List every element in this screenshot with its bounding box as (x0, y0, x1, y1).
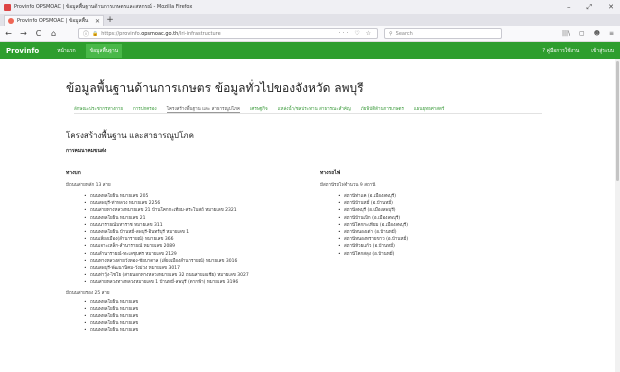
info-icon[interactable]: ⓘ (83, 29, 89, 38)
list-item: ถนนพหลโยธิน หมายเลข (84, 327, 306, 334)
new-tab-button[interactable]: + (104, 15, 116, 26)
list-item: ถนนพหลโยธิน หมายเลข (84, 299, 306, 306)
site-favicon-icon (8, 18, 14, 24)
list-item: ถนนทางหลวงสายวังทอง-ชัยบาดาล (เลี่ยงเมือ… (84, 258, 306, 265)
list-item: สถานีท่าแค (อ.เมืองลพบุรี) (338, 193, 540, 200)
column-title: ทางรถไฟ (320, 170, 341, 176)
column-subtitle: มีถนนสายหลัก 13 สาย (66, 183, 111, 188)
page-scrollbar[interactable] (615, 59, 620, 372)
search-input[interactable]: ⚲ Search (384, 28, 502, 39)
list-item: ถนนสายทางหลวงหมายเลข 21 บ้านโคกกะเทียม-ส… (84, 207, 306, 214)
list-item: ถนนสายหลวงทางหลวงหมายเลข 1 บ้านหมี่-ลพบุ… (84, 279, 306, 286)
nav-basic-info[interactable]: ข้อมูลพื้นฐาน (85, 43, 123, 58)
subnav-item[interactable]: ภัยพิบัติด้านการเกษตร (361, 105, 404, 113)
list-item: ถนนพหลโยธิน หมายเลข (84, 320, 306, 327)
window-controls: – ⤢ ✕ (567, 3, 614, 11)
account-icon[interactable]: ☻ (594, 30, 600, 37)
list-item: ถนนท่าวุ้ง-ไชโย (สายนอกทางหลวงหมายเลข 32… (84, 272, 306, 279)
land-transport-column: ทางบก มีถนนสายหลัก 13 สาย ถนนพหลโยธิน หม… (66, 169, 306, 335)
user-guide-link[interactable]: ? คู่มือการใช้งาน (542, 47, 579, 55)
reload-button[interactable]: C (34, 29, 43, 39)
tab-provinfo[interactable]: Provinfo OPSMOAC | ข้อมูลพื้น ✕ (4, 15, 104, 26)
list-item: ถนนลพบุรี-ท่าหลวง หมายเลข 2256 (84, 200, 306, 207)
list-item: ถนนลพบุรี-พัฒนานิคม-วังม่วง หมายเลข 3017 (84, 265, 306, 272)
list-item: ถนนเจาะเหล็ก-ลำนารายณ์ หมายเลข 2089 (84, 243, 306, 250)
firefox-icon (4, 3, 11, 11)
divider (74, 113, 542, 114)
nav-home[interactable]: หน้าแรก (53, 44, 79, 58)
search-icon: ⚲ (389, 30, 393, 37)
section-subheading: การคมนาคมขนส่ง (66, 148, 107, 154)
login-link[interactable]: เข้าสู่ระบบ (591, 47, 614, 55)
list-item: ถนนพหลโยธิน หมายเลข (84, 306, 306, 313)
subnav-item[interactable]: เศรษฐกิจ (250, 105, 268, 113)
rail-stations-list: สถานีท่าแค (อ.เมืองลพบุรี) สถานีบ้านหมี่… (320, 193, 540, 258)
window-titlebar: Provinfo OPSMOAC | ข้อมูลพื้นฐานด้านการเ… (0, 0, 620, 14)
main-roads-list: ถนนพหลโยธิน หมายเลข 205 ถนนลพบุรี-ท่าหลว… (66, 193, 306, 287)
scrollbar-thumb[interactable] (616, 61, 619, 181)
secondary-roads-list: ถนนพหลโยธิน หมายเลข ถนนพหลโยธิน หมายเลข … (66, 299, 306, 335)
forward-button[interactable]: → (19, 29, 28, 39)
maximize-button[interactable]: ⤢ (587, 3, 593, 11)
tab-close-icon[interactable]: ✕ (95, 18, 100, 25)
subnav-item[interactable]: แผนยุทธศาสตร์ (414, 105, 444, 113)
page-title: ข้อมูลพื้นฐานด้านการเกษตร ข้อมูลทั่วไปขอ… (66, 81, 364, 95)
tab-label: Provinfo OPSMOAC | ข้อมูลพื้น (17, 18, 89, 24)
list-item: ถนนพหลโยธิน หมายเลข 21 (84, 215, 306, 222)
menu-icon[interactable]: ≡ (609, 30, 614, 37)
library-icon[interactable]: |||\ (562, 30, 570, 37)
column-subtitle-secondary: มีถนนสายรอง 25 สาย (66, 290, 110, 296)
column-title: ทางบก (66, 170, 81, 176)
section-heading: โครงสร้างพื้นฐาน และสาธารณูปโภค (66, 131, 194, 140)
subnav-item[interactable]: ลักษณะประชากรทางกาย (74, 105, 123, 113)
list-item: สถานีบ้านเบิก (อ.เมืองลพบุรี) (338, 215, 540, 222)
list-item: ถนนนารายณ์มหาราช หมายเลข 311 (84, 222, 306, 229)
list-item: ถนนพหลโยธิน บ้านหมี่-ลพบุรี-อินทร์บุรี ห… (84, 229, 306, 236)
site-header: Provinfo หน้าแรก ข้อมูลพื้นฐาน ? คู่มือก… (0, 42, 620, 59)
list-item: สถานีบ้านหมี่ (อ.บ้านหมี่) (338, 200, 540, 207)
subnav-item-active[interactable]: โครงสร้างพื้นฐาน และ สาธารณูปโภค (166, 105, 241, 113)
list-item: สถานีห้วยแก้ว (อ.บ้านหมี่) (338, 243, 540, 250)
column-subtitle: มีสถานีรถไฟจำนวน 9 สถานี (320, 183, 376, 188)
list-item: สถานีโคกสลุง (อ.บ้านหมี่) (338, 251, 540, 258)
url-text[interactable]: https://provinfo.opsmoac.go.th/lri-infra… (101, 31, 335, 37)
subnav-item[interactable]: การปกครอง (133, 105, 157, 113)
sub-navigation: ลักษณะประชากรทางกาย การปกครอง โครงสร้างพ… (74, 105, 444, 113)
list-item: ถนนลำนารายณ์-ทะเลชุบศร หมายเลข 2129 (84, 251, 306, 258)
toolbar-icons: |||\ ▢ ☻ ≡ (562, 30, 616, 37)
navigation-toolbar: ← → C ⌂ ⓘ 🔒 https://provinfo.opsmoac.go.… (0, 26, 620, 42)
back-button[interactable]: ← (4, 29, 13, 39)
subnav-item[interactable]: แหล่งน้ำ/ชลประทาน สาธารณะสำคัญ (278, 105, 351, 113)
main-content: ข้อมูลพื้นฐานด้านการเกษตร ข้อมูลทั่วไปขอ… (56, 59, 564, 372)
list-item: ถนนเลี่ยงเมือง(ลำนารายณ์) หมายเลข 366 (84, 236, 306, 243)
lock-icon: 🔒 (92, 30, 99, 37)
site-brand[interactable]: Provinfo (6, 47, 39, 55)
home-button[interactable]: ⌂ (49, 29, 58, 39)
list-item: ถนนพหลโยธิน หมายเลข 205 (84, 193, 306, 200)
sidebar-icon[interactable]: ▢ (579, 30, 585, 37)
search-placeholder: Search (395, 30, 413, 37)
close-window-button[interactable]: ✕ (608, 3, 614, 11)
list-item: สถานีหนองทรายขาว (อ.บ้านหมี่) (338, 236, 540, 243)
window-title: Provinfo OPSMOAC | ข้อมูลพื้นฐานด้านการเ… (14, 4, 193, 10)
list-item: สถานีโคกกะเทียม (อ.เมืองลพบุรี) (338, 222, 540, 229)
url-bar[interactable]: ⓘ 🔒 https://provinfo.opsmoac.go.th/lri-i… (78, 28, 378, 39)
list-item: ถนนพหลโยธิน หมายเลข (84, 313, 306, 320)
list-item: สถานีหนองเต่า (อ.บ้านหมี่) (338, 229, 540, 236)
site-header-right: ? คู่มือการใช้งาน เข้าสู่ระบบ (542, 47, 614, 55)
url-actions-icon[interactable]: ··· ♡ ☆ (339, 30, 373, 37)
list-item: สถานีลพบุรี (อ.เมืองลพบุรี) (338, 207, 540, 214)
minimize-button[interactable]: – (567, 3, 571, 11)
rail-transport-column: ทางรถไฟ มีสถานีรถไฟจำนวน 9 สถานี สถานีท่… (320, 169, 540, 258)
tab-bar: Provinfo OPSMOAC | ข้อมูลพื้น ✕ + (0, 14, 620, 26)
